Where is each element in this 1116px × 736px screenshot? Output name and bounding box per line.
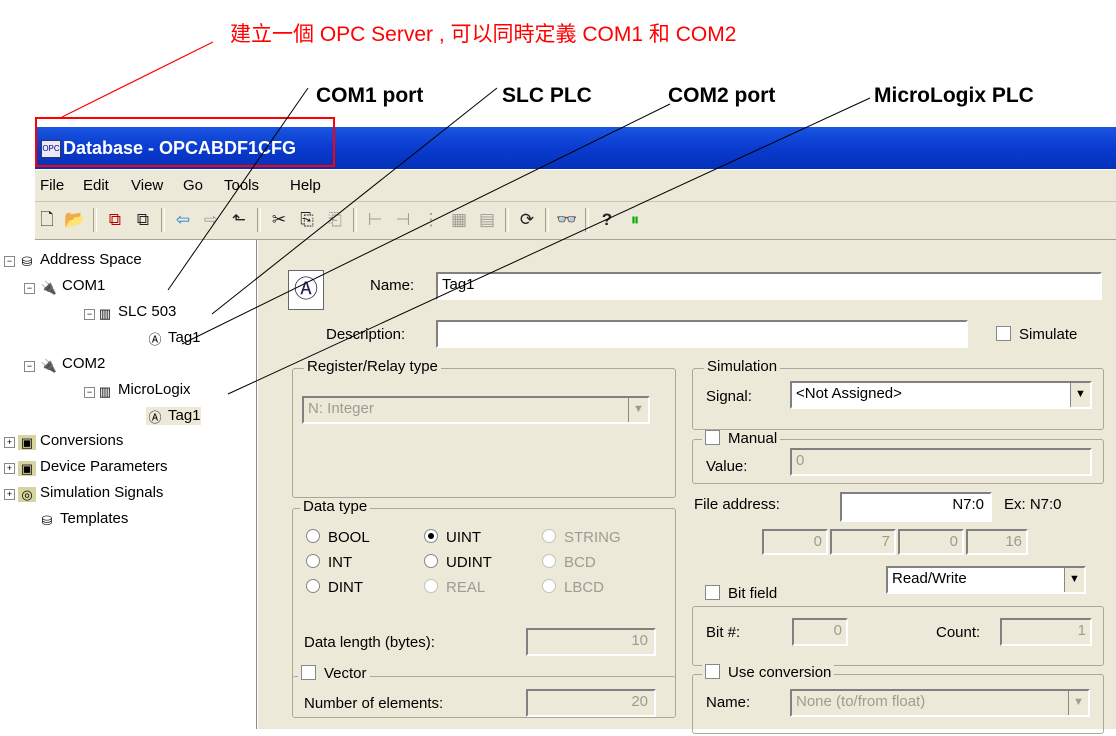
leader-line-micrologix (227, 97, 871, 395)
leader-line-slc (211, 87, 498, 315)
leader-line-com1 (167, 87, 309, 291)
leader-line-title (61, 41, 214, 118)
annotation-leader-lines (61, 41, 871, 395)
